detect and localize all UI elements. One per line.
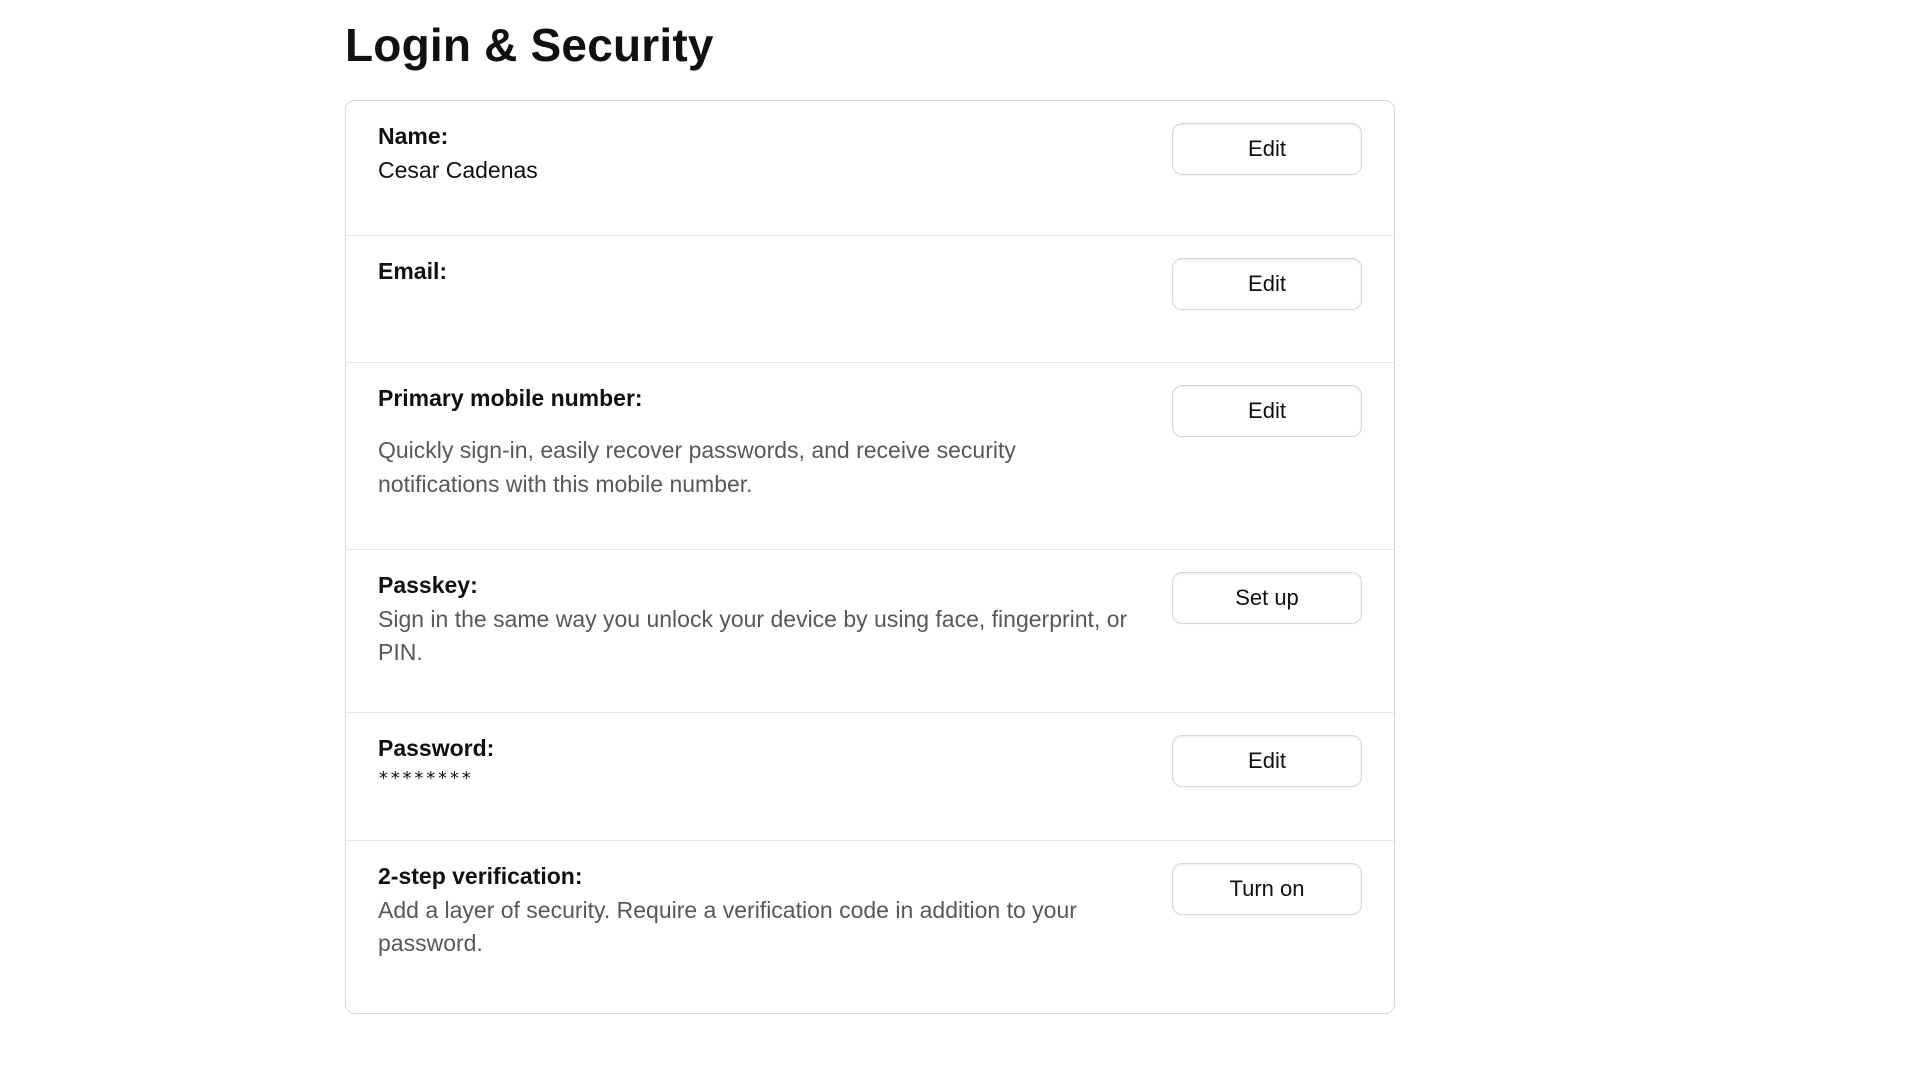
row-email-left: Email: <box>378 258 1172 310</box>
row-mobile-right: Edit <box>1172 385 1362 501</box>
row-two-step: 2-step verification: Add a layer of secu… <box>346 841 1394 1013</box>
two-step-description: Add a layer of security. Require a verif… <box>378 894 1132 961</box>
row-password: Password: ******** Edit <box>346 713 1394 841</box>
row-passkey-right: Set up <box>1172 572 1362 670</box>
row-passkey-left: Passkey: Sign in the same way you unlock… <box>378 572 1172 670</box>
row-mobile-left: Primary mobile number: Quickly sign-in, … <box>378 385 1172 501</box>
passkey-description: Sign in the same way you unlock your dev… <box>378 603 1132 670</box>
edit-email-button[interactable]: Edit <box>1172 258 1362 310</box>
row-password-left: Password: ******** <box>378 735 1172 792</box>
setup-passkey-button[interactable]: Set up <box>1172 572 1362 624</box>
row-name-right: Edit <box>1172 123 1362 187</box>
row-name-left: Name: Cesar Cadenas <box>378 123 1172 187</box>
passkey-label: Passkey: <box>378 572 1132 599</box>
edit-password-button[interactable]: Edit <box>1172 735 1362 787</box>
row-password-right: Edit <box>1172 735 1362 792</box>
row-passkey: Passkey: Sign in the same way you unlock… <box>346 550 1394 713</box>
edit-mobile-button[interactable]: Edit <box>1172 385 1362 437</box>
mobile-label: Primary mobile number: <box>378 385 1132 412</box>
login-security-panel: Name: Cesar Cadenas Edit Email: Edit <box>345 100 1395 1014</box>
turn-on-two-step-button[interactable]: Turn on <box>1172 863 1362 915</box>
row-mobile: Primary mobile number: Quickly sign-in, … <box>346 363 1394 550</box>
row-email: Email: Edit <box>346 236 1394 363</box>
two-step-label: 2-step verification: <box>378 863 1132 890</box>
name-label: Name: <box>378 123 1132 150</box>
row-two-step-left: 2-step verification: Add a layer of secu… <box>378 863 1172 961</box>
name-value: Cesar Cadenas <box>378 154 1132 187</box>
row-name: Name: Cesar Cadenas Edit <box>346 101 1394 236</box>
row-two-step-right: Turn on <box>1172 863 1362 961</box>
mobile-description: Quickly sign-in, easily recover password… <box>378 434 1132 501</box>
row-email-right: Edit <box>1172 258 1362 310</box>
edit-name-button[interactable]: Edit <box>1172 123 1362 175</box>
password-label: Password: <box>378 735 1132 762</box>
page-title: Login & Security <box>345 18 1395 72</box>
email-label: Email: <box>378 258 1132 285</box>
password-value: ******** <box>378 766 1132 792</box>
